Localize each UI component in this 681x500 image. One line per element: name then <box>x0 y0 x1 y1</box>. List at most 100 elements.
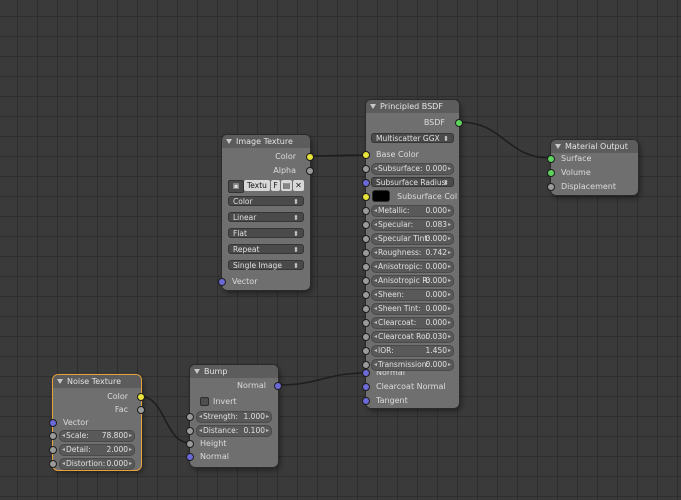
normal-output-label: Normal <box>237 381 266 390</box>
node-header[interactable]: Image Texture <box>222 135 310 148</box>
principled-field-anisotropic[interactable]: Anisotropic:0.000 <box>371 261 454 273</box>
color-output-socket[interactable] <box>137 393 145 401</box>
principled-field-specular-tint[interactable]: Specular Tint:0.000 <box>371 233 454 245</box>
node-title: Image Texture <box>236 137 293 146</box>
unlink-image-icon[interactable]: ✕ <box>293 180 304 191</box>
volume-socket[interactable] <box>547 169 555 177</box>
node-header[interactable]: Bump <box>190 365 278 378</box>
principled-input-socket[interactable] <box>362 221 370 229</box>
principled-field-anisotropic-r[interactable]: Anisotropic R:0.000 <box>371 275 454 287</box>
subsurface-color-socket[interactable] <box>362 193 370 201</box>
link-bsdf-to-surface <box>458 121 552 159</box>
subsurface-radius-socket[interactable] <box>362 179 370 187</box>
height-socket[interactable] <box>186 440 194 448</box>
principled-field-clearcoat[interactable]: Clearcoat:0.000 <box>371 317 454 329</box>
principled-input-socket[interactable] <box>362 235 370 243</box>
volume-label: Volume <box>561 168 591 177</box>
vector-input-socket[interactable] <box>49 419 57 427</box>
principled-input-socket[interactable] <box>362 305 370 313</box>
normal-output-socket[interactable] <box>274 382 282 390</box>
principled-input-socket[interactable] <box>362 291 370 299</box>
subsurface-field[interactable]: Subsurface:0.000 <box>371 163 454 175</box>
principled-input-socket[interactable] <box>362 249 370 257</box>
principled-field-clearcoat-ro[interactable]: Clearcoat Ro:0.030 <box>371 331 454 343</box>
alpha-output-socket[interactable] <box>306 167 314 175</box>
bsdf-output-label: BSDF <box>423 118 445 127</box>
surface-socket[interactable] <box>547 155 555 163</box>
image-name-field[interactable]: Textu <box>244 180 270 191</box>
node-header[interactable]: Material Output <box>551 140 638 153</box>
principled-field-roughness[interactable]: Roughness:0.742 <box>371 247 454 259</box>
open-image-icon[interactable]: ▤ <box>281 180 292 191</box>
image-browse-button[interactable]: ▣ <box>228 180 244 193</box>
node-title: Principled BSDF <box>380 102 443 111</box>
principled-input-socket[interactable] <box>362 347 370 355</box>
distribution-dropdown[interactable]: Multiscatter GGX <box>371 133 454 144</box>
node-title: Noise Texture <box>67 377 122 386</box>
normal-socket[interactable] <box>362 369 370 377</box>
vector-input-socket[interactable] <box>218 278 226 286</box>
principled-input-socket[interactable] <box>362 361 370 369</box>
displacement-label: Displacement <box>561 182 616 191</box>
link-image-color-to-base-color <box>309 154 367 157</box>
color-output-label: Color <box>275 152 296 161</box>
color-space-dropdown[interactable]: Color <box>228 196 304 207</box>
fake-user-button[interactable]: F <box>271 180 280 191</box>
invert-checkbox[interactable] <box>200 397 209 406</box>
alpha-output-label: Alpha <box>273 166 296 175</box>
principled-input-socket[interactable] <box>362 263 370 271</box>
principled-field-ior[interactable]: IOR:1.450 <box>371 345 454 357</box>
principled-field-specular[interactable]: Specular:0.083 <box>371 219 454 231</box>
fac-output-socket[interactable] <box>137 406 145 414</box>
base-color-label: Base Color <box>376 150 419 159</box>
detail-field[interactable]: Detail:2.000 <box>59 444 135 456</box>
principled-field-sheen[interactable]: Sheen:0.000 <box>371 289 454 301</box>
normal-input-socket[interactable] <box>186 453 194 461</box>
clearcoat-normal-label: Clearcoat Normal <box>376 382 446 391</box>
clearcoat-normal-socket[interactable] <box>362 383 370 391</box>
vector-input-label: Vector <box>232 277 258 286</box>
principled-input-socket[interactable] <box>362 207 370 215</box>
subsurface-color-label: Subsurface Col <box>397 192 458 201</box>
link-bump-to-normal <box>277 372 367 386</box>
material-output-node[interactable]: Material Output Surface Volume Displacem… <box>547 140 638 195</box>
noise-texture-node[interactable]: Noise Texture Color Fac Vector Scale:78.… <box>49 375 145 470</box>
strength-socket[interactable] <box>186 413 194 421</box>
height-input-label: Height <box>200 439 227 448</box>
distance-field[interactable]: Distance:0.100 <box>196 425 272 437</box>
principled-field-transmission[interactable]: Transmission:0.000 <box>371 359 454 371</box>
vector-input-label: Vector <box>63 418 89 427</box>
node-header[interactable]: Noise Texture <box>53 375 141 388</box>
principled-input-socket[interactable] <box>362 277 370 285</box>
principled-field-sheen-tint[interactable]: Sheen Tint:0.000 <box>371 303 454 315</box>
distortion-field[interactable]: Distortion:0.000 <box>59 458 135 470</box>
bsdf-output-socket[interactable] <box>455 119 463 127</box>
extension-dropdown[interactable]: Repeat <box>228 244 304 255</box>
subsurface-method-dropdown[interactable]: Subsurface Radius <box>371 177 454 188</box>
image-texture-node[interactable]: Image Texture Color Alpha ▣ Textu F ▤ ✕ … <box>218 135 314 290</box>
bump-node[interactable]: Bump Normal Invert Strength:1.000 Distan… <box>186 365 282 467</box>
displacement-socket[interactable] <box>547 183 555 191</box>
principled-input-socket[interactable] <box>362 333 370 341</box>
scale-field[interactable]: Scale:78.800 <box>59 430 135 442</box>
principled-field-metallic[interactable]: Metallic:0.000 <box>371 205 454 217</box>
strength-field[interactable]: Strength:1.000 <box>196 411 272 423</box>
link-noise-color-to-height <box>141 396 191 444</box>
principled-input-socket[interactable] <box>362 319 370 327</box>
tangent-label: Tangent <box>376 396 408 405</box>
detail-socket[interactable] <box>49 446 57 454</box>
principled-bsdf-node[interactable]: Principled BSDF BSDF Multiscatter GGX Ba… <box>362 100 463 408</box>
node-header[interactable]: Principled BSDF <box>366 100 459 113</box>
subsurface-socket[interactable] <box>362 165 370 173</box>
tangent-socket[interactable] <box>362 397 370 405</box>
distortion-socket[interactable] <box>49 460 57 468</box>
subsurface-color-swatch[interactable] <box>372 190 390 202</box>
base-color-socket[interactable] <box>362 151 370 159</box>
interpolation-dropdown[interactable]: Linear <box>228 212 304 223</box>
distance-socket[interactable] <box>186 427 194 435</box>
color-output-socket[interactable] <box>306 153 314 161</box>
normal-input-label: Normal <box>200 452 229 461</box>
source-dropdown[interactable]: Single Image <box>228 260 304 271</box>
projection-dropdown[interactable]: Flat <box>228 228 304 239</box>
scale-socket[interactable] <box>49 432 57 440</box>
